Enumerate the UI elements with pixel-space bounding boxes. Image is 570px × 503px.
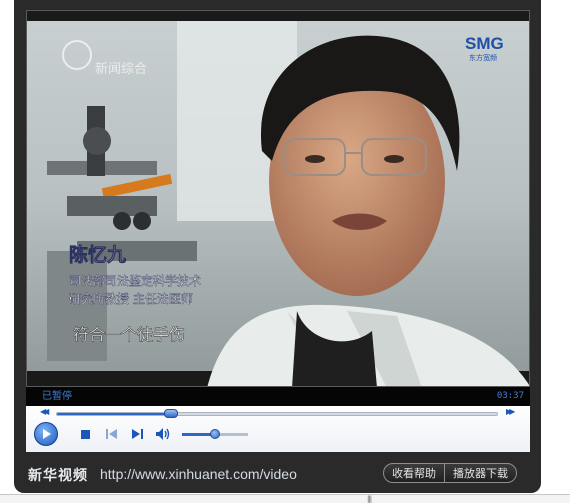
brand-logo: 新华视频 [28, 468, 88, 484]
play-button[interactable] [34, 422, 58, 446]
grip-icon[interactable]: ||| [367, 495, 372, 503]
caption-title-line-1: 司法部司法鉴定科学技术 [69, 273, 201, 288]
mute-button[interactable] [155, 427, 173, 441]
play-icon [43, 429, 51, 439]
volume-handle[interactable] [210, 429, 220, 439]
seek-handle[interactable] [164, 409, 179, 418]
broadcaster-subtitle: 东方宽频 [469, 53, 497, 62]
help-button[interactable]: 收看帮助 [384, 464, 444, 482]
video-subtitle: 符合一个徒手伤 [73, 325, 185, 344]
player-footer: 新华视频 http://www.xinhuanet.com/video 收看帮助… [14, 456, 541, 488]
playback-time: 03:37 [496, 391, 524, 401]
previous-button[interactable] [104, 427, 118, 441]
video-player: 新闻综合 SMG 东方宽频 陈忆九 司法部司法鉴定科学技术 研究所教授 主任法医… [14, 0, 541, 493]
fast-forward-icon[interactable]: ▶▶ [506, 407, 515, 416]
video-screen[interactable]: 新闻综合 SMG 东方宽频 陈忆九 司法部司法鉴定科学技术 研究所教授 主任法医… [26, 10, 530, 387]
speaker-icon [156, 428, 170, 440]
previous-track-icon [105, 429, 117, 439]
playback-status: 已暂停 [42, 391, 72, 402]
channel-logo-text: 新闻综合 [95, 61, 147, 77]
download-player-button[interactable]: 播放器下载 [445, 464, 516, 482]
control-bar: ◀◀ ▶▶ [26, 406, 530, 452]
stop-button[interactable] [79, 427, 91, 441]
rewind-icon[interactable]: ◀◀ [40, 407, 49, 416]
next-button[interactable] [130, 427, 144, 441]
stop-icon [80, 429, 90, 439]
footer-button-group: 收看帮助 播放器下载 [383, 463, 517, 483]
next-track-icon [131, 429, 143, 439]
caption-title-line-2: 研究所教授 主任法医师 [69, 291, 193, 306]
seek-progress-fill [57, 413, 172, 415]
seek-bar[interactable] [56, 409, 498, 418]
status-bar: 已暂停 03:37 [26, 387, 530, 406]
caption-name: 陈忆九 [69, 243, 126, 266]
page-resize-bar: ||| [0, 494, 570, 503]
site-url[interactable]: http://www.xinhuanet.com/video [100, 466, 297, 482]
broadcaster-logo: SMG [465, 34, 504, 53]
